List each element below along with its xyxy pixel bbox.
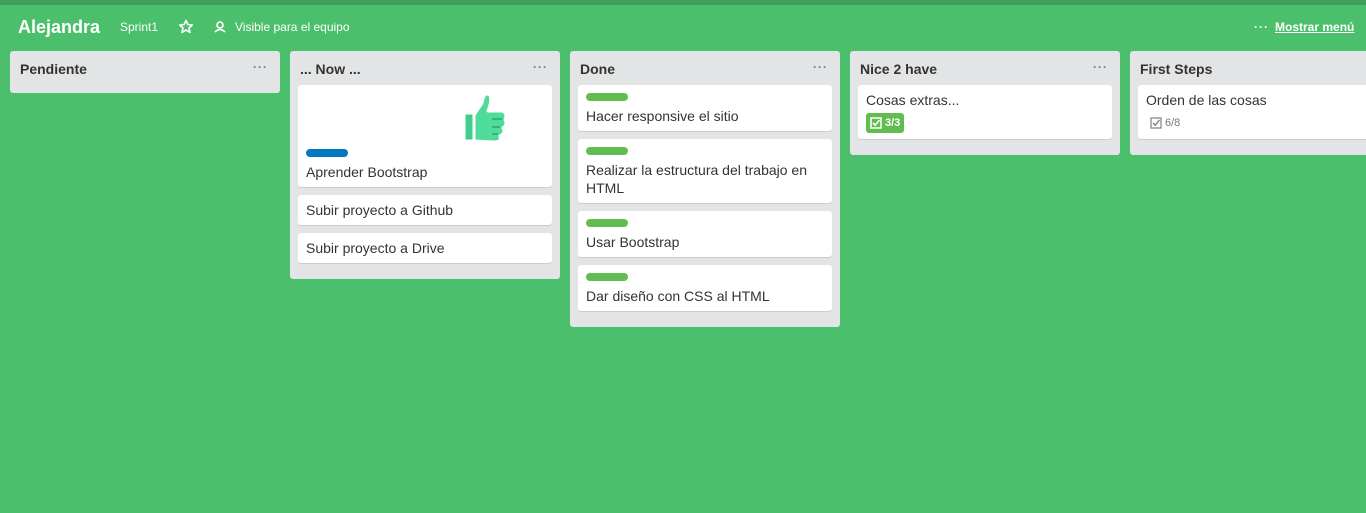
list-header: Nice 2 have ··· [850,51,1120,85]
list-title[interactable]: ... Now ... [300,61,361,77]
list-header: First Steps [1130,51,1366,85]
list-title[interactable]: First Steps [1140,61,1212,77]
list-now: ... Now ... ··· Aprender Bootstrap Subir… [290,51,560,279]
checklist-badge: 3/3 [866,113,905,133]
card-title: Orden de las cosas [1146,92,1267,108]
card-title: Hacer responsive el sitio [586,108,739,124]
list-pendiente: Pendiente ··· [10,51,280,93]
board-sprint-button[interactable]: Sprint1 [120,20,158,34]
list-done: Done ··· Hacer responsive el sitio Reali… [570,51,840,327]
team-icon [214,21,226,33]
visibility-button[interactable]: Visible para el equipo [235,20,350,34]
show-menu-link[interactable]: Mostrar menú [1275,20,1354,34]
card-title: Aprender Bootstrap [306,164,428,180]
card[interactable]: Usar Bootstrap [578,211,832,257]
list-title[interactable]: Nice 2 have [860,61,937,77]
list-header: ... Now ... ··· [290,51,560,85]
checklist-badge: 6/8 [1146,113,1184,133]
list-menu-icon[interactable]: ··· [533,60,548,74]
card-label-green [586,93,628,101]
card-title: Usar Bootstrap [586,234,680,250]
card-title: Subir proyecto a Drive [306,240,445,256]
checklist-icon [1150,117,1162,129]
board-header: Alejandra Sprint1 Visible para el equipo… [0,5,1366,51]
menu-dots-icon[interactable]: ··· [1254,21,1269,33]
card[interactable]: Cosas extras... 3/3 [858,85,1112,139]
list-menu-icon[interactable]: ··· [253,60,268,74]
star-icon[interactable] [178,19,194,35]
card[interactable]: Subir proyecto a Drive [298,233,552,263]
checklist-icon [870,117,882,129]
list-first-steps: First Steps Orden de las cosas 6/8 [1130,51,1366,155]
list-menu-icon[interactable]: ··· [1093,60,1108,74]
card[interactable]: Dar diseño con CSS al HTML [578,265,832,311]
thumbs-up-sticker-icon [462,92,508,144]
card-label-blue [306,149,348,157]
list-nice-2-have: Nice 2 have ··· Cosas extras... 3/3 [850,51,1120,155]
list-title[interactable]: Pendiente [20,61,87,77]
list-menu-icon[interactable]: ··· [813,60,828,74]
list-title[interactable]: Done [580,61,615,77]
card-label-green [586,219,628,227]
card[interactable]: Orden de las cosas 6/8 [1138,85,1366,139]
card-title: Subir proyecto a Github [306,202,454,218]
card[interactable]: Realizar la estructura del trabajo en HT… [578,139,832,203]
card[interactable]: Hacer responsive el sitio [578,85,832,131]
card-label-green [586,147,628,155]
checklist-count: 3/3 [885,117,901,129]
card[interactable]: Aprender Bootstrap [298,85,552,187]
card-title: Dar diseño con CSS al HTML [586,288,770,304]
card-title: Realizar la estructura del trabajo en HT… [586,162,808,196]
board-title[interactable]: Alejandra [18,17,100,38]
card-label-green [586,273,628,281]
card-title: Cosas extras... [866,92,960,108]
checklist-count: 6/8 [1165,117,1181,129]
list-header: Pendiente ··· [10,51,280,85]
card[interactable]: Subir proyecto a Github [298,195,552,225]
list-header: Done ··· [570,51,840,85]
